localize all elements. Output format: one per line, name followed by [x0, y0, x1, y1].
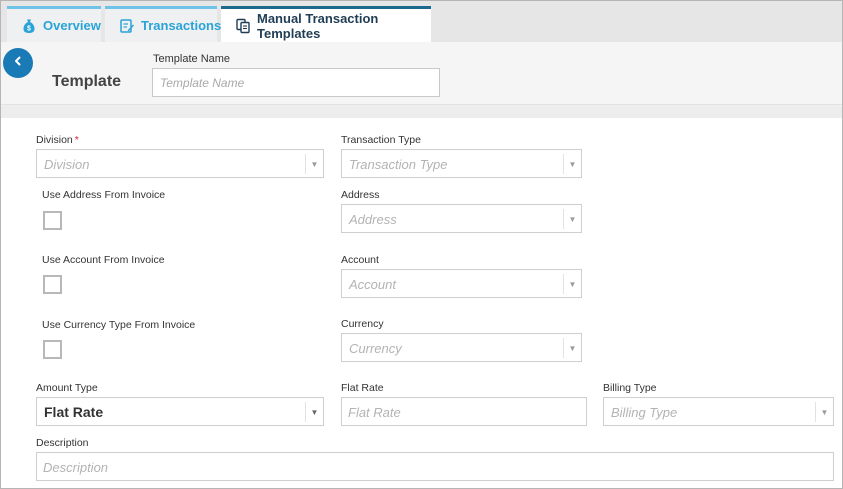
address-label: Address: [341, 189, 380, 201]
template-header: Template Template Name: [1, 42, 842, 105]
dropdown-arrow-icon: ▼: [563, 209, 581, 229]
currency-label: Currency: [341, 318, 384, 330]
page-title: Template: [52, 73, 122, 90]
dropdown-arrow-icon: ▼: [563, 338, 581, 358]
tab-manual-transaction-templates[interactable]: Manual Transaction Templates: [221, 6, 431, 42]
tab-transactions-label: Transactions: [141, 18, 222, 33]
currency-select[interactable]: Currency ▼: [341, 333, 582, 362]
money-bag-icon: $: [21, 18, 37, 34]
flat-rate-placeholder: Flat Rate: [348, 405, 401, 420]
required-asterisk: *: [74, 134, 79, 146]
division-select[interactable]: Division ▼: [36, 149, 324, 178]
address-placeholder: Address: [349, 212, 397, 227]
use-currency-checkbox[interactable]: [43, 340, 62, 359]
tab-overview[interactable]: $ Overview: [7, 6, 101, 42]
use-account-label: Use Account From Invoice: [42, 254, 165, 266]
flat-rate-input[interactable]: Flat Rate: [341, 397, 587, 426]
transaction-type-placeholder: Transaction Type: [349, 157, 448, 172]
app-window: $ Overview Transactions Manual Transacti…: [0, 0, 843, 489]
template-form: Division * Division ▼ Transaction Type Tr…: [15, 118, 842, 488]
use-address-checkbox[interactable]: [43, 211, 62, 230]
flat-rate-label: Flat Rate: [341, 382, 384, 394]
division-label: Division *: [36, 134, 79, 146]
amount-type-select[interactable]: Flat Rate ▼: [36, 397, 324, 426]
dropdown-arrow-icon: ▼: [305, 402, 323, 422]
account-placeholder: Account: [349, 277, 396, 292]
description-label: Description: [36, 437, 89, 449]
dropdown-arrow-icon: ▼: [815, 402, 833, 422]
dropdown-arrow-icon: ▼: [563, 274, 581, 294]
amount-type-value: Flat Rate: [44, 404, 104, 420]
template-name-input[interactable]: [152, 68, 440, 97]
tab-bar: $ Overview Transactions Manual Transacti…: [1, 1, 842, 42]
use-account-checkbox[interactable]: [43, 275, 62, 294]
division-placeholder: Division: [44, 157, 90, 172]
currency-placeholder: Currency: [349, 341, 402, 356]
edit-document-icon: [119, 18, 135, 34]
description-placeholder: Description: [43, 460, 109, 475]
account-label: Account: [341, 254, 379, 266]
tab-templates-label: Manual Transaction Templates: [257, 10, 379, 41]
billing-type-placeholder: Billing Type: [611, 405, 678, 420]
back-button[interactable]: [3, 48, 33, 78]
use-address-label: Use Address From Invoice: [42, 189, 166, 201]
account-select[interactable]: Account ▼: [341, 269, 582, 298]
description-input[interactable]: Description: [36, 452, 834, 481]
svg-text:$: $: [27, 25, 31, 32]
transaction-type-label: Transaction Type: [341, 134, 421, 146]
copy-documents-icon: [235, 18, 251, 34]
use-currency-label: Use Currency Type From Invoice: [42, 319, 196, 331]
chevron-left-icon: [12, 54, 24, 72]
division-label-text: Division: [36, 134, 73, 146]
transaction-type-select[interactable]: Transaction Type ▼: [341, 149, 582, 178]
dropdown-arrow-icon: ▼: [305, 154, 323, 174]
amount-type-label: Amount Type: [36, 382, 98, 394]
billing-type-label: Billing Type: [603, 382, 657, 394]
section-gap: [1, 106, 842, 118]
tab-transactions[interactable]: Transactions: [105, 6, 221, 42]
dropdown-arrow-icon: ▼: [563, 154, 581, 174]
address-select[interactable]: Address ▼: [341, 204, 582, 233]
tab-overview-label: Overview: [43, 18, 101, 33]
billing-type-select[interactable]: Billing Type ▼: [603, 397, 834, 426]
template-name-label: Template Name: [153, 53, 231, 65]
